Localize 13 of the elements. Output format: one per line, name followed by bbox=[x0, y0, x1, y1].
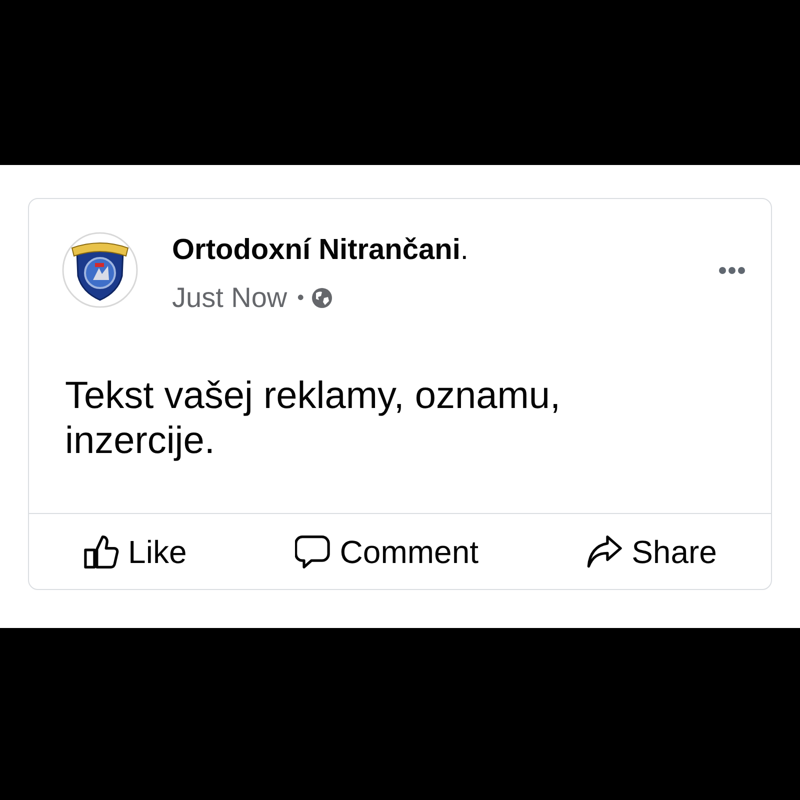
author-name[interactable]: Ortodoxní Nitrančani. bbox=[172, 233, 468, 267]
share-button[interactable]: Share bbox=[580, 530, 723, 574]
separator-dot: • bbox=[297, 286, 304, 311]
post-time[interactable]: Just Now bbox=[172, 283, 288, 313]
thumbs-up-icon bbox=[83, 534, 120, 570]
speech-bubble-icon bbox=[294, 534, 331, 570]
shield-logo-icon bbox=[62, 232, 138, 308]
globe-icon bbox=[312, 288, 332, 308]
more-icon bbox=[719, 267, 745, 274]
comment-button[interactable]: Comment bbox=[288, 530, 484, 574]
post-text: Tekst vašej reklamy, oznamu, inzercije. bbox=[65, 374, 562, 464]
share-arrow-icon bbox=[586, 534, 623, 570]
like-button[interactable]: Like bbox=[77, 530, 193, 574]
